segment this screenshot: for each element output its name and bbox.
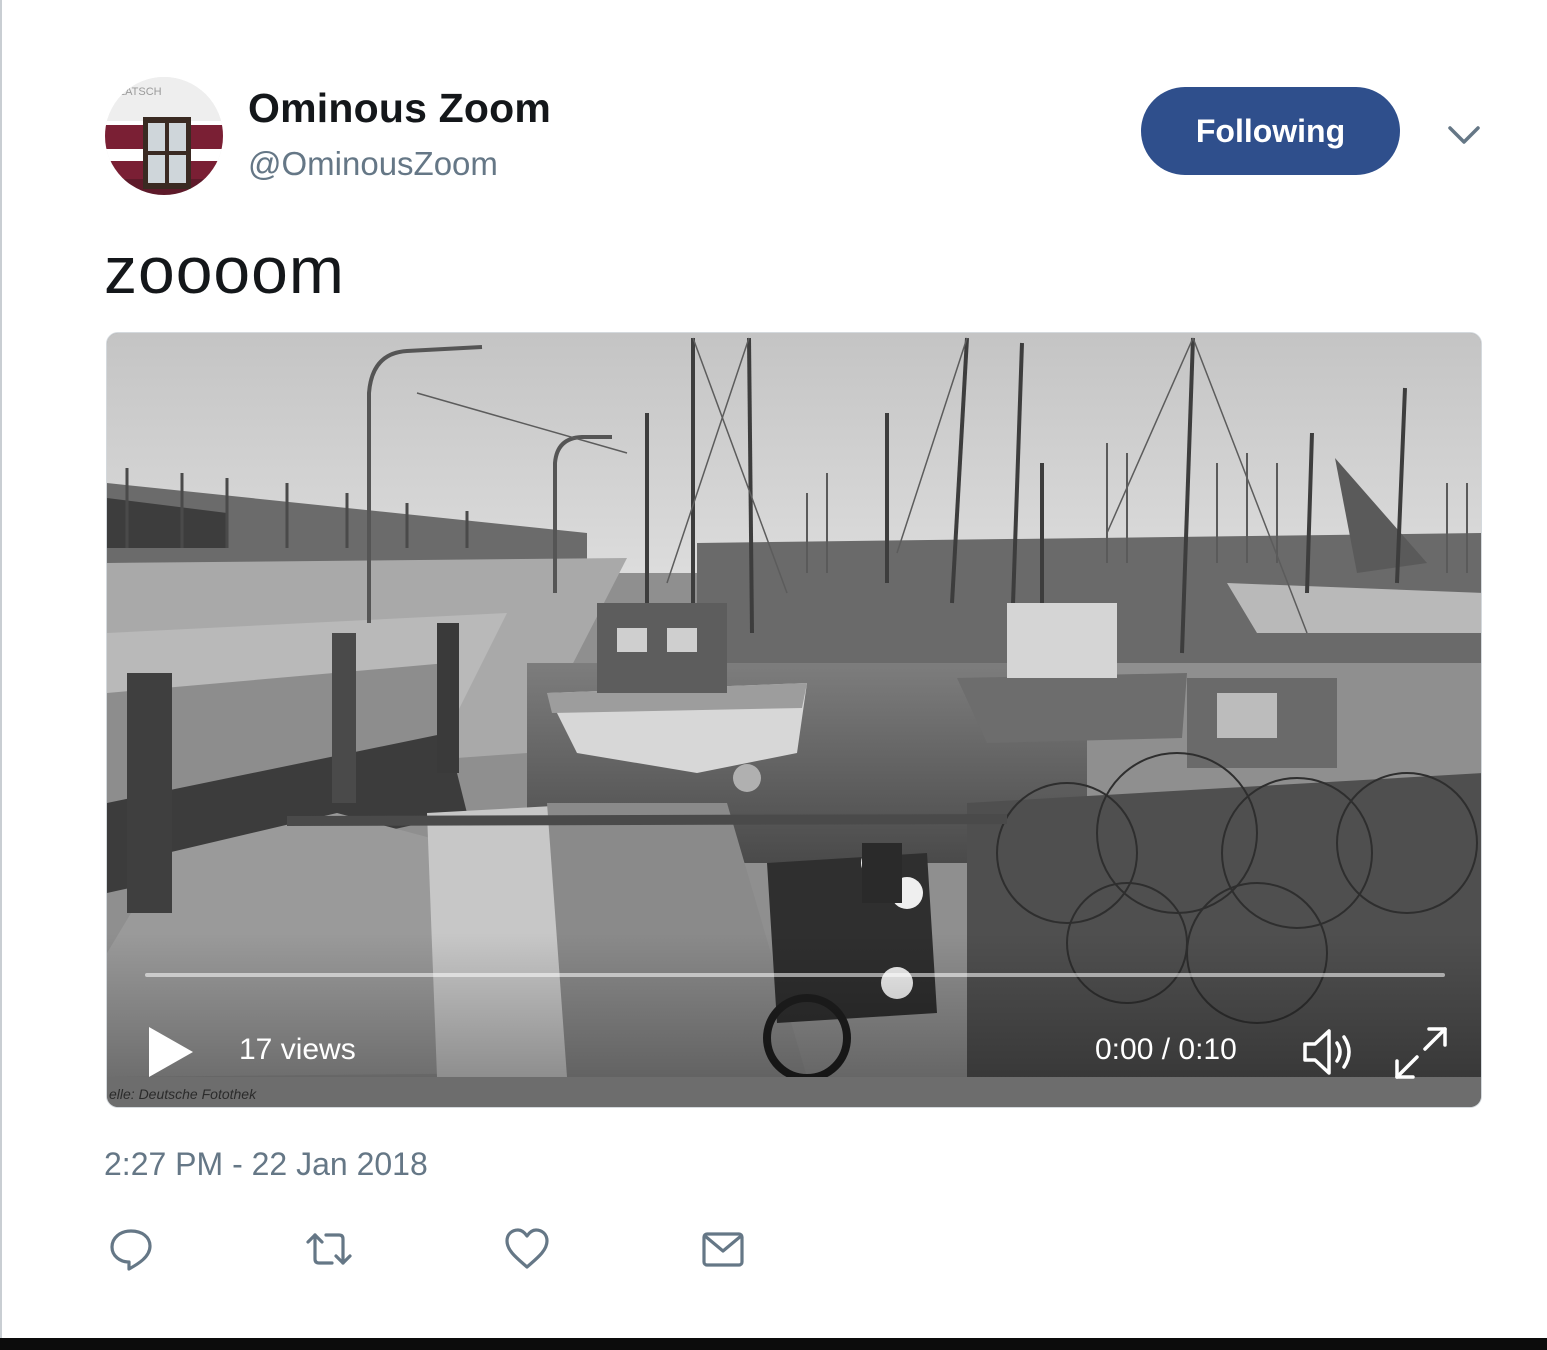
user-handle[interactable]: @OminousZoom (248, 145, 498, 183)
fullscreen-icon[interactable] (1393, 1025, 1449, 1081)
following-button[interactable]: Following (1141, 87, 1400, 175)
avatar-text: LATSCH (119, 86, 162, 98)
reply-icon[interactable] (108, 1226, 154, 1272)
volume-icon[interactable] (1301, 1027, 1361, 1077)
tweet-text: zoooom (104, 233, 345, 307)
tweet-card: LATSCH Ominous Zoom @OminousZoom Followi… (0, 0, 1547, 1338)
play-icon[interactable] (147, 1025, 195, 1079)
video-time: 0:00 / 0:10 (1095, 1033, 1237, 1066)
video-credit: elle: Deutsche Fotothek (109, 1086, 257, 1102)
retweet-icon[interactable] (304, 1226, 354, 1272)
display-name[interactable]: Ominous Zoom (248, 85, 551, 132)
envelope-icon[interactable] (700, 1226, 746, 1272)
window-bottom-edge (0, 1338, 1547, 1350)
avatar[interactable]: LATSCH (105, 77, 223, 195)
chevron-down-icon[interactable] (1445, 120, 1483, 150)
tweet-timestamp[interactable]: 2:27 PM - 22 Jan 2018 (104, 1146, 428, 1183)
progress-bar[interactable] (145, 973, 1445, 977)
video-player[interactable]: elle: Deutsche Fotothek 17 views 0:00 / … (106, 332, 1482, 1108)
view-count: 17 views (239, 1033, 356, 1066)
video-bottom-bar (107, 1077, 1481, 1107)
heart-icon[interactable] (504, 1226, 550, 1272)
avatar-image: LATSCH (105, 77, 223, 195)
